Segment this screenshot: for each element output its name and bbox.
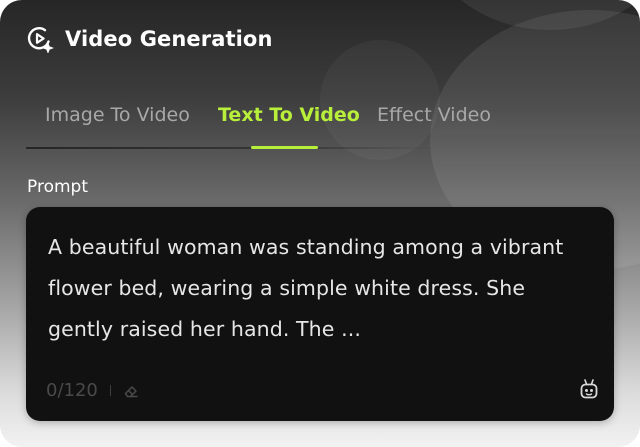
prompt-input[interactable]: A beautiful woman was standing among a v…	[48, 227, 588, 350]
robot-icon[interactable]	[580, 379, 598, 401]
tab-effect-video[interactable]: Effect Video	[377, 104, 491, 126]
tab-image-to-video[interactable]: Image To Video	[45, 104, 190, 126]
prompt-label: Prompt	[27, 177, 88, 197]
tab-text-to-video[interactable]: Text To Video	[218, 104, 360, 126]
active-tab-indicator	[251, 146, 318, 149]
card-header: Video Generation	[26, 22, 273, 56]
prompt-footer: 0/120	[46, 380, 139, 401]
video-generation-card: Video Generation Image To Video Text To …	[0, 0, 640, 447]
video-sparkle-icon	[26, 25, 54, 53]
prompt-box[interactable]: A beautiful woman was standing among a v…	[26, 207, 614, 421]
mode-tabs: Image To Video Text To Video Effect Vide…	[26, 95, 491, 149]
footer-divider	[109, 385, 111, 396]
tabs-divider	[26, 147, 436, 149]
character-counter: 0/120	[46, 380, 98, 401]
eraser-icon[interactable]	[123, 383, 139, 399]
page-title: Video Generation	[65, 27, 273, 51]
